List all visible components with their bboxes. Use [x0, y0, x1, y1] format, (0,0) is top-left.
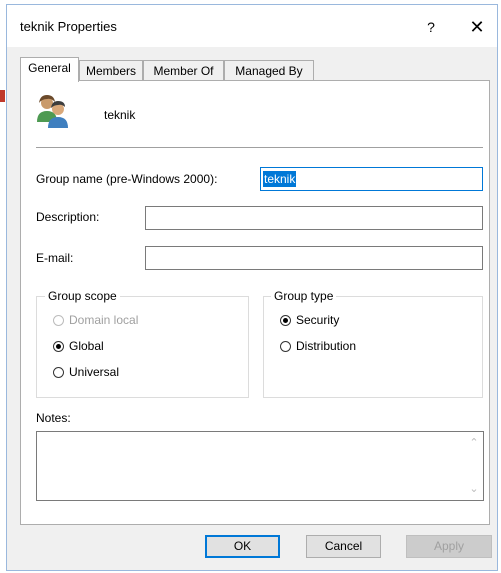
group-type-title: Group type [271, 289, 337, 303]
global-radio[interactable] [53, 341, 64, 352]
email-field[interactable] [145, 246, 483, 270]
tab-members[interactable]: Members [79, 60, 143, 81]
background-accent [0, 90, 5, 102]
group-scope-title: Group scope [45, 289, 120, 303]
universal-label: Universal [69, 365, 120, 379]
group-scope-box [36, 296, 249, 398]
email-label: E-mail: [36, 251, 74, 265]
tab-managed-by[interactable]: Managed By [224, 60, 314, 81]
global-label: Global [69, 339, 104, 353]
distribution-radio[interactable] [280, 341, 291, 352]
cancel-button[interactable]: Cancel [306, 535, 381, 558]
description-field[interactable] [145, 206, 483, 230]
universal-radio[interactable] [53, 367, 64, 378]
group-name-field[interactable]: teknik [260, 167, 483, 191]
tab-member-of[interactable]: Member Of [143, 60, 224, 81]
apply-button[interactable]: Apply [406, 535, 492, 558]
description-label: Description: [36, 210, 100, 224]
notes-scrollbar[interactable]: ⌃ ⌄ [465, 432, 483, 500]
tab-general[interactable]: General [20, 57, 79, 82]
group-name-value: teknik [263, 171, 297, 187]
close-button[interactable]: ✕ [462, 15, 492, 39]
group-icon [36, 94, 70, 130]
security-label: Security [296, 313, 340, 327]
ok-button[interactable]: OK [205, 535, 280, 558]
domain-local-label: Domain local [69, 313, 139, 327]
distribution-label: Distribution [296, 339, 357, 353]
domain-local-radio[interactable] [53, 315, 64, 326]
scroll-down-icon[interactable]: ⌄ [465, 482, 483, 495]
window-title: teknik Properties [20, 19, 117, 34]
group-name-label: Group name (pre-Windows 2000): [36, 172, 218, 186]
group-header-name: teknik [104, 108, 136, 122]
help-button[interactable]: ? [418, 15, 444, 39]
header-divider [36, 147, 483, 148]
notes-textarea[interactable] [36, 431, 484, 501]
notes-label: Notes: [36, 411, 71, 425]
security-radio[interactable] [280, 315, 291, 326]
scroll-up-icon[interactable]: ⌃ [465, 436, 483, 449]
